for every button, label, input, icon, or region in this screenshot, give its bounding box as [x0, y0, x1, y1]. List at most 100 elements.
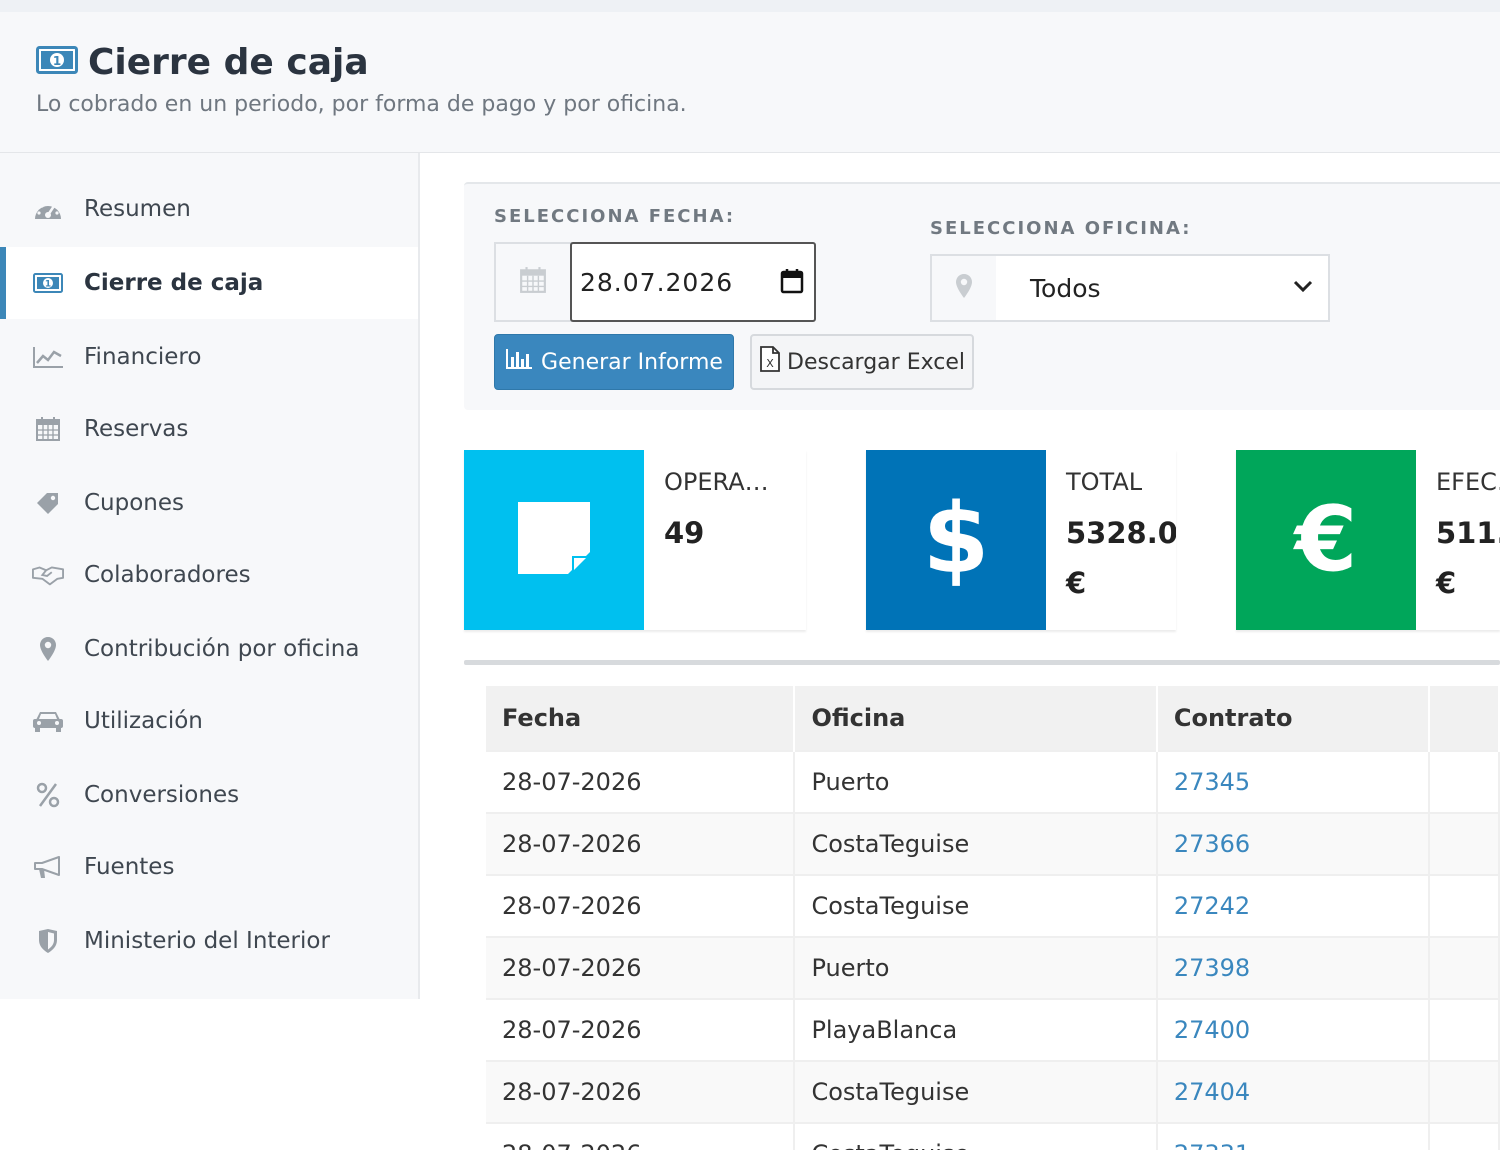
- page-subtitle: Lo cobrado en un periodo, por forma de p…: [36, 92, 687, 117]
- page-title: 1 Cierre de caja: [36, 42, 369, 83]
- sidebar-item-label: Colaboradores: [84, 562, 251, 588]
- tag-icon: [32, 489, 64, 517]
- sidebar-item-colaboradores[interactable]: Colaboradores: [0, 539, 418, 611]
- cell-fecha: 28-07-2026: [486, 1122, 796, 1150]
- svg-text:$: $: [926, 490, 986, 586]
- sidebar-item-label: Conversiones: [84, 782, 240, 808]
- stat-icon-box: €: [1236, 450, 1416, 630]
- cell-fecha: 28-07-2026: [486, 874, 796, 937]
- sidebar-item-conversiones[interactable]: Conversiones: [0, 759, 418, 831]
- table-header-row: Fecha Oficina Contrato: [486, 686, 1500, 751]
- column-header-next: [1429, 686, 1500, 751]
- cell-fecha: 28-07-2026: [486, 812, 796, 875]
- sidebar-item-resumen[interactable]: Resumen: [0, 173, 418, 245]
- sidebar-item-utilizacion[interactable]: Utilización: [0, 685, 418, 757]
- sidebar-item-label: Resumen: [84, 196, 191, 222]
- stat-title: TOTAL: [1066, 468, 1143, 496]
- office-addon: [930, 254, 998, 322]
- dollar-icon: $: [923, 483, 990, 595]
- office-filter-label: SELECCIONA OFICINA:: [930, 218, 1192, 239]
- contract-link[interactable]: 27398: [1156, 936, 1431, 999]
- chevron-down-icon: [1292, 278, 1314, 299]
- cell-oficina: CostaTeguise: [794, 1060, 1158, 1123]
- stat-icon-box: [464, 450, 644, 630]
- cell-oficina: Puerto: [794, 936, 1158, 999]
- cell-oficina: Puerto: [794, 750, 1158, 813]
- contract-link[interactable]: 27366: [1156, 812, 1431, 875]
- stat-unit: €: [1436, 566, 1457, 600]
- sidebar-item-label: Utilización: [84, 708, 203, 734]
- sidebar-item-contribucion-por-oficina[interactable]: Contribución por oficina: [0, 613, 418, 685]
- table-row: 28-07-2026 Puerto 27345: [486, 750, 1500, 813]
- sidebar: Resumen 1 Cierre de caja Financiero Rese…: [0, 153, 420, 999]
- stat-unit: €: [1066, 566, 1087, 600]
- cell-fecha: 28-07-2026: [486, 750, 796, 813]
- stat-title: EFEC…: [1436, 468, 1500, 496]
- table-row: 28-07-2026 CostaTeguise 27404: [486, 1060, 1500, 1123]
- contract-link[interactable]: 27404: [1156, 1060, 1431, 1123]
- cell-next: [1429, 812, 1500, 875]
- cell-next: [1429, 1060, 1500, 1123]
- sidebar-item-label: Cupones: [84, 490, 185, 516]
- cell-oficina: PlayaBlanca: [794, 998, 1158, 1061]
- line-chart-icon: [32, 343, 64, 371]
- date-addon: [494, 242, 572, 322]
- sidebar-item-label: Fuentes: [84, 854, 175, 880]
- office-select[interactable]: Todos: [996, 254, 1330, 322]
- table-row: 28-07-2026 CostaTeguise 27331: [486, 1122, 1500, 1150]
- cell-next: [1429, 874, 1500, 937]
- shield-icon: [32, 927, 64, 955]
- calendar-icon: [519, 266, 547, 299]
- cell-oficina: CostaTeguise: [794, 874, 1158, 937]
- sidebar-item-label: Cierre de caja: [84, 270, 264, 296]
- sidebar-item-cupones[interactable]: Cupones: [0, 467, 418, 539]
- svg-text:X: X: [766, 357, 774, 370]
- cell-next: [1429, 1122, 1500, 1150]
- svg-text:€: €: [1293, 490, 1358, 586]
- sidebar-item-label: Ministerio del Interior: [84, 928, 330, 954]
- bullhorn-icon: [32, 853, 64, 881]
- cell-oficina: CostaTeguise: [794, 1122, 1158, 1150]
- sidebar-item-reservas[interactable]: Reservas: [0, 393, 418, 465]
- table-row: 28-07-2026 Puerto 27398: [486, 936, 1500, 999]
- contract-link[interactable]: 27242: [1156, 874, 1431, 937]
- date-picker-icon[interactable]: [780, 268, 804, 299]
- dashboard-icon: [32, 195, 64, 223]
- cell-oficina: CostaTeguise: [794, 812, 1158, 875]
- table-row: 28-07-2026 PlayaBlanca 27400: [486, 998, 1500, 1061]
- download-excel-label: Descargar Excel: [787, 349, 965, 375]
- calendar-icon: [32, 415, 64, 443]
- stat-title: OPERA…: [664, 468, 769, 496]
- section-divider: [464, 660, 1500, 665]
- stat-box-operaciones: OPERA… 49: [464, 450, 806, 630]
- cell-next: [1429, 998, 1500, 1061]
- stat-box-efectivo: € EFEC… 511.…€: [1236, 450, 1500, 630]
- page-title-text: Cierre de caja: [88, 42, 369, 83]
- contract-link[interactable]: 27345: [1156, 750, 1431, 813]
- date-input[interactable]: 28.07.2026: [570, 242, 816, 322]
- bar-chart-icon: [505, 348, 533, 376]
- stat-value: 5328.07€: [1066, 516, 1176, 600]
- sidebar-item-fuentes[interactable]: Fuentes: [0, 831, 418, 903]
- column-header-oficina[interactable]: Oficina: [794, 686, 1158, 751]
- date-input-value: 28.07.2026: [580, 267, 734, 297]
- column-header-contrato[interactable]: Contrato: [1156, 686, 1431, 751]
- sticky-note-icon: [514, 498, 594, 583]
- date-filter-label: SELECCIONA FECHA:: [494, 206, 736, 227]
- cell-next: [1429, 750, 1500, 813]
- stat-value: 49: [664, 516, 705, 550]
- sidebar-item-ministerio-del-interior[interactable]: Ministerio del Interior: [0, 905, 418, 977]
- sidebar-item-label: Contribución por oficina: [84, 636, 360, 662]
- sidebar-item-financiero[interactable]: Financiero: [0, 321, 418, 393]
- contract-link[interactable]: 27331: [1156, 1122, 1431, 1150]
- generate-report-button[interactable]: Generar Informe: [494, 334, 734, 390]
- contract-link[interactable]: 27400: [1156, 998, 1431, 1061]
- cell-fecha: 28-07-2026: [486, 1060, 796, 1123]
- sidebar-item-cierre-de-caja[interactable]: 1 Cierre de caja: [0, 247, 418, 319]
- sidebar-item-label: Financiero: [84, 344, 202, 370]
- download-excel-button[interactable]: X Descargar Excel: [750, 334, 974, 390]
- table-row: 28-07-2026 CostaTeguise 27242: [486, 874, 1500, 937]
- column-header-fecha[interactable]: Fecha: [486, 686, 796, 751]
- svg-text:1: 1: [53, 54, 61, 68]
- stat-icon-box: $: [866, 450, 1046, 630]
